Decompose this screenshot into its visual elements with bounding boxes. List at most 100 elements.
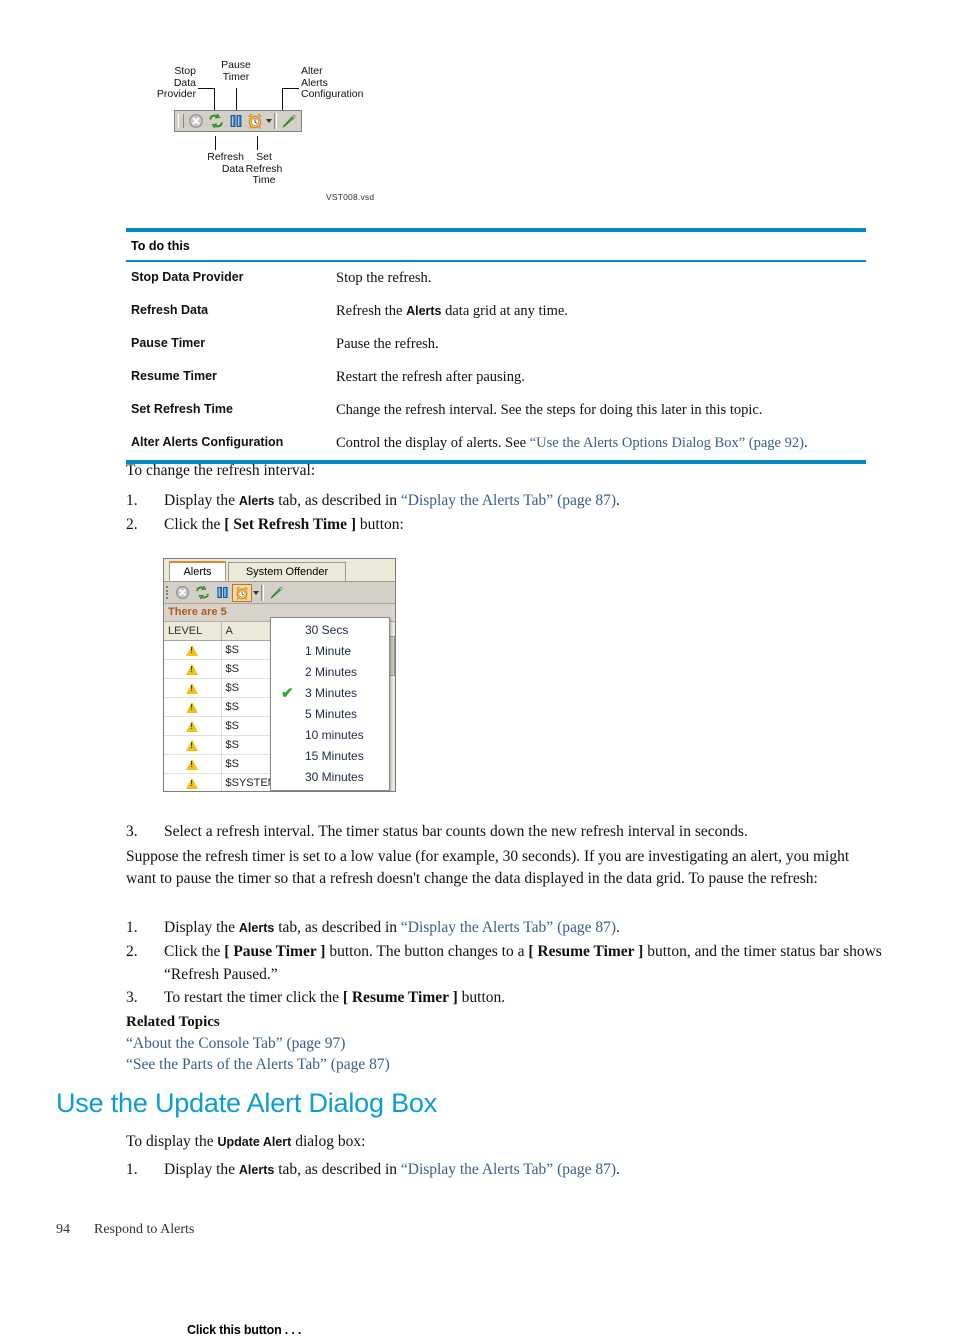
step-text-mid: button. The button changes to a <box>325 943 529 960</box>
table-row: Pause Timer Pause the refresh. <box>126 328 866 361</box>
list-item: 2. Click the [ Pause Timer ] button. The… <box>126 940 886 986</box>
menu-item-label: 30 Secs <box>305 623 349 637</box>
leader-line-alter <box>282 88 299 89</box>
warning-icon <box>186 777 199 789</box>
pause-refresh-paragraph: Suppose the refresh timer is set to a lo… <box>126 848 850 887</box>
table-cell-button: Pause Timer <box>131 336 206 350</box>
leader-line-stop <box>198 88 215 89</box>
step-text-pre: Display the <box>164 919 239 936</box>
document-page: Stop Data Provider Pause Timer Alter Alerts C… <box>0 0 954 1337</box>
stop-data-provider-icon[interactable] <box>172 584 192 602</box>
cross-reference-link[interactable]: “Use the Alerts Options Dialog Box” (pag… <box>530 435 804 451</box>
step-text-bold: [ Set Refresh Time ] <box>224 516 357 533</box>
cross-reference-link[interactable]: “Display the Alerts Tab” (page 87) <box>401 492 616 509</box>
table-header-click-this-button: Click this button . . . <box>187 1323 302 1337</box>
menu-item-15-minutes[interactable]: 15 Minutes <box>271 746 389 767</box>
step-text-bold-2: [ Resume Timer ] <box>528 943 644 960</box>
desc-text: Refresh the <box>336 303 407 319</box>
callout-alter-alerts-configuration: Alter Alerts Configuration <box>301 65 364 100</box>
pause-timer-icon[interactable] <box>226 112 246 130</box>
table-row: Set Refresh Time Change the refresh inte… <box>126 394 866 427</box>
step-text-bold: Alerts <box>238 921 275 935</box>
list-number: 2. <box>126 943 138 960</box>
menu-item-label: 2 Minutes <box>305 665 358 679</box>
menu-item-30-minutes[interactable]: 30 Minutes <box>271 767 389 788</box>
desc-text: Change the refresh interval. See the ste… <box>336 402 763 418</box>
list-text: Click the [ Pause Timer ] button. The bu… <box>164 940 886 986</box>
set-refresh-time-dropdown-arrow-icon[interactable] <box>266 119 273 123</box>
list-text: Select a refresh interval. The timer sta… <box>164 823 748 840</box>
grid-cell-level <box>164 774 222 791</box>
refresh-data-icon[interactable] <box>192 584 212 602</box>
figure-source-filename: VST008.vsd <box>326 192 375 202</box>
step-text-bold: Alerts <box>238 1163 275 1177</box>
table-cell-description: Pause the refresh. <box>331 328 866 361</box>
menu-item-label: 30 Minutes <box>305 770 364 784</box>
related-topic-link-alerts-tab-parts[interactable]: “See the Parts of the Alerts Tab” (page … <box>126 1056 390 1074</box>
step-text-post: . <box>616 492 620 509</box>
menu-item-3-minutes[interactable]: ✔ 3 Minutes <box>271 683 389 704</box>
alter-alerts-configuration-icon[interactable] <box>279 112 299 130</box>
toolbar-separator <box>261 584 264 601</box>
toolbar-grip[interactable] <box>166 586 169 599</box>
set-refresh-time-icon[interactable] <box>232 583 252 602</box>
step-text-bold: [ Pause Timer ] <box>224 943 326 960</box>
list-item: 3. Select a refresh interval. The timer … <box>126 820 886 843</box>
step-text-pre: Display the <box>164 1161 239 1178</box>
footer-section-title: Respond to Alerts <box>94 1222 195 1237</box>
menu-item-5-minutes[interactable]: 5 Minutes <box>271 704 389 725</box>
callout-stop-data-provider: Stop Data Provider <box>156 65 196 100</box>
table-row: Refresh Data Refresh the Alerts data gri… <box>126 295 866 328</box>
step-text-pre: Click the <box>164 516 225 533</box>
menu-item-label: 1 Minute <box>305 644 352 658</box>
leader-line-refresh <box>215 136 216 150</box>
desc-text-post: . <box>803 435 808 451</box>
stop-data-provider-icon[interactable] <box>186 112 206 130</box>
toolbar-grip[interactable] <box>178 114 184 128</box>
menu-item-1-minute[interactable]: 1 Minute <box>271 641 389 662</box>
menu-item-label: 3 Minutes <box>305 686 358 700</box>
table-cell-description: Refresh the Alerts data grid at any time… <box>331 295 866 328</box>
grid-cell-level <box>164 660 222 678</box>
leader-line-pause <box>236 88 237 112</box>
desc-bold: Alerts <box>406 304 442 318</box>
desc-text-post: data grid at any time. <box>441 303 568 319</box>
step-text-pre: Click the <box>164 943 225 960</box>
pause-timer-icon[interactable] <box>212 584 232 602</box>
menu-item-label: 10 minutes <box>305 728 364 742</box>
refresh-data-icon[interactable] <box>206 112 226 130</box>
list-item: 1. Display the Alerts tab, as described … <box>126 916 886 940</box>
desc-text: Stop the refresh. <box>336 270 432 286</box>
toolbar-separator <box>274 113 278 129</box>
button-description-table: Click this button . . . To do this Stop … <box>126 228 866 1337</box>
cross-reference-link[interactable]: “Display the Alerts Tab” (page 87) <box>401 1161 616 1178</box>
warning-icon <box>186 663 199 675</box>
grid-column-level[interactable]: LEVEL <box>164 622 222 640</box>
list-text: Display the Alerts tab, as described in … <box>164 1158 886 1182</box>
table-cell-button: Stop Data Provider <box>131 270 244 284</box>
footer-page-number: 94 <box>56 1222 70 1237</box>
tab-alerts[interactable]: Alerts <box>169 561 226 581</box>
callout-set-refresh-time: Set Refresh Time <box>245 151 283 186</box>
cross-reference-link[interactable]: “Display the Alerts Tab” (page 87) <box>401 919 616 936</box>
related-topic-link-console-tab[interactable]: “About the Console Tab” (page 97) <box>126 1035 345 1053</box>
list-text: To restart the timer click the [ Resume … <box>164 986 886 1009</box>
change-interval-steps: 1. Display the Alerts tab, as described … <box>126 489 886 536</box>
list-number: 1. <box>126 1161 138 1178</box>
toolbar-callout-figure: Stop Data Provider Pause Timer Alter Alerts C… <box>126 52 526 217</box>
list-item: 1. Display the Alerts tab, as described … <box>126 489 886 513</box>
tab-system-offender[interactable]: System Offender <box>228 562 346 581</box>
page-title: Use the Update Alert Dialog Box <box>56 1088 438 1118</box>
menu-item-10-minutes[interactable]: 10 minutes <box>271 725 389 746</box>
menu-item-30-secs[interactable]: 30 Secs <box>271 620 389 641</box>
related-topics-heading: Related Topics <box>126 1014 220 1030</box>
alter-alerts-configuration-icon[interactable] <box>266 584 286 602</box>
checkmark-icon: ✔ <box>281 685 294 702</box>
table-row: Stop Data Provider Stop the refresh. <box>126 262 866 295</box>
set-refresh-time-dropdown-arrow-icon[interactable] <box>253 590 259 595</box>
menu-item-2-minutes[interactable]: 2 Minutes <box>271 662 389 683</box>
list-number: 3. <box>126 823 138 840</box>
set-refresh-time-icon[interactable] <box>245 112 265 130</box>
grid-cell-level <box>164 736 222 754</box>
leader-line-stop-vertical <box>214 88 215 112</box>
